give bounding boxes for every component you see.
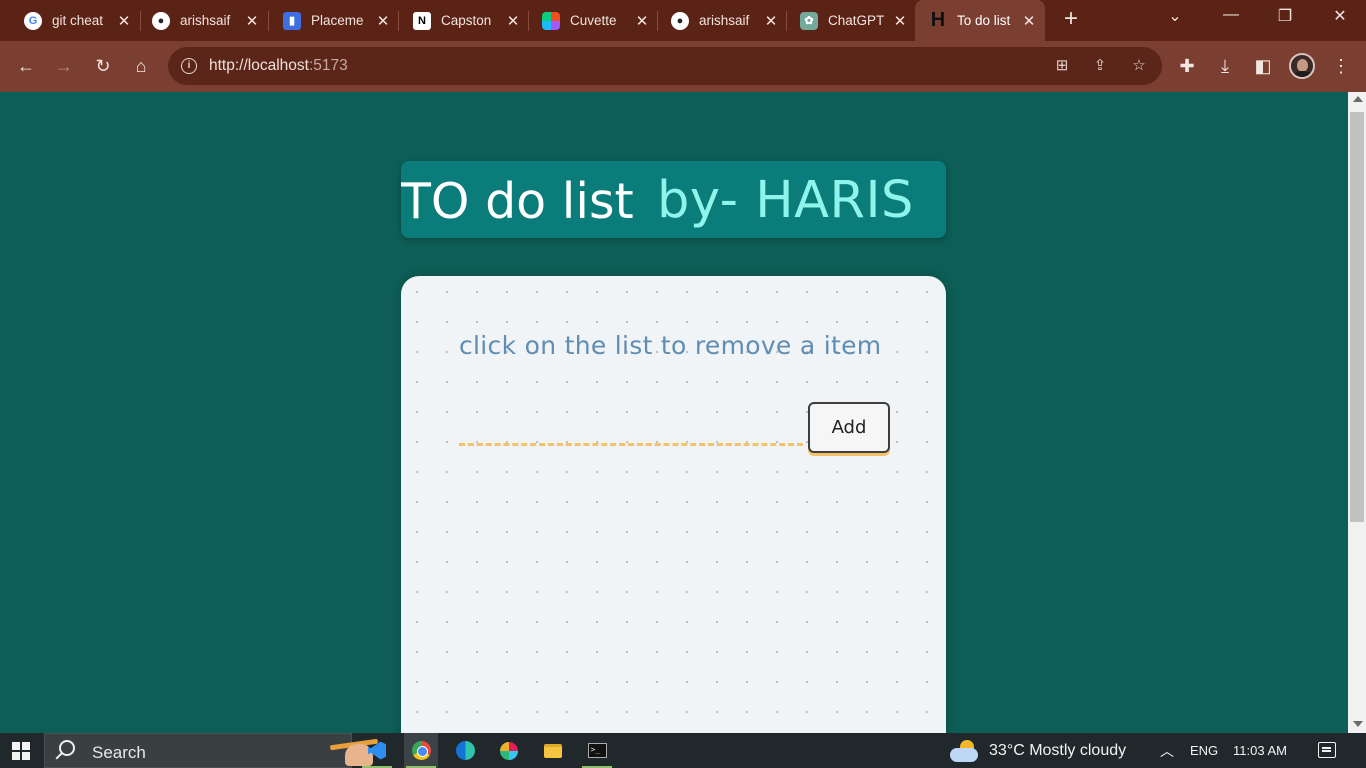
close-icon[interactable]: ✕: [244, 12, 260, 30]
tab-search-chevron-icon[interactable]: ⌄: [1160, 6, 1190, 26]
figma-icon: [542, 11, 560, 30]
github-icon: ●: [152, 11, 170, 30]
bookmark-star-icon[interactable]: ☆: [1129, 56, 1149, 76]
tab-placement[interactable]: ▮ Placeme ✕: [259, 0, 399, 41]
browser-tab-strip: G git cheat ✕ ● arishsaif ✕ ▮ Placeme ✕ …: [0, 0, 1366, 41]
title-author: by- HARIS: [657, 171, 914, 230]
tab-label: Capston: [441, 13, 492, 28]
share-icon[interactable]: ⇪: [1090, 56, 1110, 76]
page-scrollbar[interactable]: [1348, 92, 1366, 733]
app-title: TO do list by- HARIS: [401, 161, 946, 238]
tab-label: Placeme: [311, 13, 364, 28]
reload-icon[interactable]: ↻: [91, 54, 115, 78]
chatgpt-icon: ✿: [800, 11, 818, 30]
placement-icon: ▮: [283, 11, 301, 30]
translate-icon[interactable]: ⊞: [1052, 56, 1072, 76]
instruction-text: click on the list to remove a item: [459, 331, 882, 360]
tab-label: arishsaif: [180, 13, 231, 28]
edge-icon[interactable]: [448, 733, 482, 768]
scroll-down-arrow-icon[interactable]: [1353, 721, 1363, 727]
back-icon[interactable]: ←: [14, 54, 38, 78]
tab-todo-list[interactable]: H To do list ✕: [915, 0, 1045, 41]
tab-chatgpt[interactable]: ✿ ChatGPT ✕: [776, 0, 916, 41]
tray-chevron-up-icon[interactable]: ︿: [1160, 741, 1174, 761]
github-icon: ●: [671, 11, 689, 30]
tab-cuvette[interactable]: Cuvette ✕: [518, 0, 658, 41]
tab-label: ChatGPT: [828, 13, 884, 28]
browser-toolbar: ← → ↻ ⌂ i http://localhost:5173 ⊞ ⇪ ☆ ✚ …: [0, 41, 1366, 92]
tab-label: git cheat: [52, 13, 104, 28]
vscode-icon[interactable]: [360, 733, 394, 768]
google-icon: G: [24, 11, 42, 30]
tab-arishsaif-1[interactable]: ● arishsaif ✕: [128, 0, 268, 41]
close-icon[interactable]: ✕: [892, 12, 908, 30]
input-language[interactable]: ENG: [1190, 743, 1218, 758]
more-menu-icon[interactable]: ⋮: [1329, 54, 1353, 78]
notion-icon: N: [413, 11, 431, 30]
tab-git-cheat[interactable]: G git cheat ✕: [0, 0, 140, 41]
slack-icon[interactable]: [492, 733, 526, 768]
side-panel-icon[interactable]: ◧: [1251, 54, 1275, 78]
clock[interactable]: 11:03 AM: [1233, 743, 1287, 758]
notification-center-icon[interactable]: [1318, 742, 1336, 758]
new-tab-icon[interactable]: +: [1060, 7, 1082, 32]
tab-capstone[interactable]: N Capston ✕: [389, 0, 529, 41]
extensions-icon[interactable]: ✚: [1175, 54, 1199, 78]
tab-label: To do list: [957, 13, 1011, 28]
weather-cloudy-icon[interactable]: [948, 740, 980, 762]
home-icon[interactable]: ⌂: [129, 54, 153, 78]
chrome-icon[interactable]: [404, 733, 438, 768]
tab-label: arishsaif: [699, 13, 750, 28]
forward-icon[interactable]: →: [52, 54, 76, 78]
address-bar[interactable]: i http://localhost:5173 ⊞ ⇪ ☆: [168, 47, 1162, 85]
file-explorer-icon[interactable]: [536, 733, 570, 768]
search-icon: [59, 740, 75, 756]
weather-text[interactable]: 33°C Mostly cloudy: [989, 742, 1126, 760]
scroll-up-arrow-icon[interactable]: [1353, 96, 1363, 102]
minimize-icon[interactable]: —: [1216, 6, 1246, 24]
title-main: TO do list: [401, 173, 634, 230]
taskbar-search-label: Search: [92, 743, 146, 762]
site-info-icon[interactable]: i: [181, 58, 197, 74]
page-viewport: TO do list by- HARIS click on the list t…: [0, 92, 1348, 733]
terminal-icon[interactable]: >_: [580, 733, 614, 768]
restore-icon[interactable]: ❐: [1270, 6, 1300, 26]
h-icon: H: [930, 9, 946, 31]
os-taskbar: Search >_ 33°C Mostly cloudy ︿ ENG 11:03…: [0, 733, 1366, 768]
address-url[interactable]: http://localhost:5173: [209, 57, 348, 75]
windows-start-icon[interactable]: [12, 742, 30, 760]
add-button[interactable]: Add: [808, 402, 890, 453]
todo-card: click on the list to remove a item Add: [401, 276, 946, 733]
task-input[interactable]: [459, 416, 803, 446]
window-close-icon[interactable]: ✕: [1325, 6, 1355, 26]
profile-avatar[interactable]: [1289, 53, 1315, 79]
tab-label: Cuvette: [570, 13, 617, 28]
taskbar-search[interactable]: Search: [44, 733, 379, 768]
download-icon[interactable]: ⤓: [1213, 54, 1237, 78]
tab-arishsaif-2[interactable]: ● arishsaif ✕: [647, 0, 787, 41]
close-icon[interactable]: ✕: [1021, 12, 1037, 30]
scroll-thumb[interactable]: [1350, 112, 1364, 522]
